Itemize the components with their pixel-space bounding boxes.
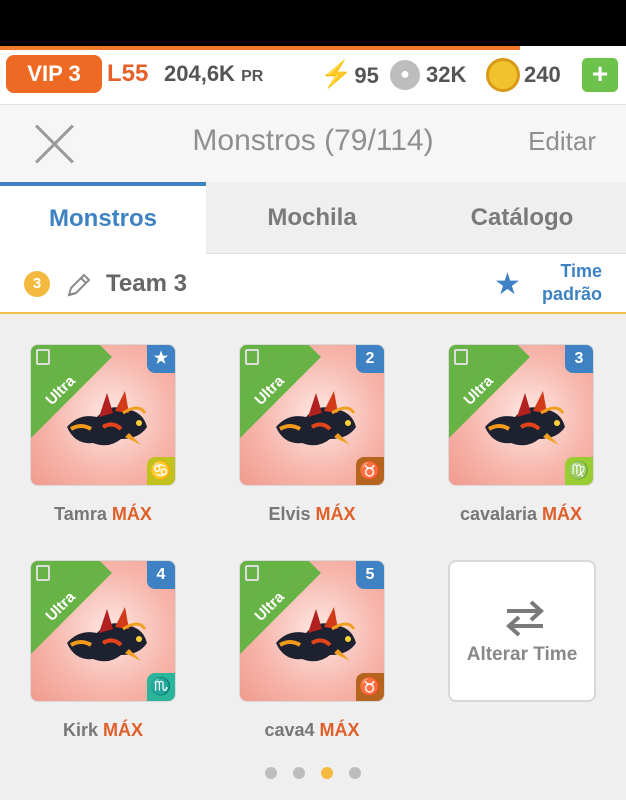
monster-card[interactable]: Ultra ★ ♋ bbox=[30, 344, 176, 486]
monster-name-text: Elvis bbox=[268, 504, 316, 524]
monster-name-text: Tamra bbox=[54, 504, 112, 524]
default-team-label-line1: Time bbox=[560, 261, 602, 281]
max-level-label: MÁX bbox=[315, 504, 356, 524]
close-icon[interactable] bbox=[32, 122, 76, 166]
clipboard-icon bbox=[245, 565, 259, 581]
monster-name-text: Kirk bbox=[62, 720, 104, 740]
page-dot[interactable] bbox=[265, 767, 277, 779]
slot-badge: 5 bbox=[356, 561, 384, 589]
tab-mochila[interactable]: Mochila bbox=[206, 182, 418, 254]
monster-card[interactable]: Ultra 5 ♉ bbox=[239, 560, 385, 702]
team-name[interactable]: Team 3 bbox=[106, 270, 187, 298]
power-unit: PR bbox=[241, 68, 264, 85]
zodiac-icon: ♉ bbox=[356, 457, 384, 485]
clipboard-icon bbox=[36, 565, 50, 581]
max-level-label: MÁX bbox=[542, 504, 583, 524]
zodiac-icon: ♏ bbox=[147, 673, 175, 701]
food-value: 32K bbox=[426, 62, 467, 87]
zodiac-icon: ♉ bbox=[356, 673, 384, 701]
slot-badge: 4 bbox=[147, 561, 175, 589]
slot-badge: ★ bbox=[147, 345, 175, 373]
monster-name: Elvis MÁX bbox=[224, 504, 400, 525]
energy-counter[interactable]: ⚡95 bbox=[320, 55, 379, 93]
zodiac-icon: ♍ bbox=[565, 457, 593, 485]
monster-image bbox=[59, 383, 151, 455]
monster-image bbox=[477, 383, 569, 455]
energy-value: 95 bbox=[354, 63, 379, 88]
pencil-icon[interactable] bbox=[64, 270, 94, 300]
monster-name-text: cava4 bbox=[264, 720, 320, 740]
monster-name: cava4 MÁX bbox=[224, 720, 400, 741]
zodiac-icon: ♋ bbox=[147, 457, 175, 485]
monster-image bbox=[268, 383, 360, 455]
page-dot[interactable] bbox=[321, 767, 333, 779]
power-rating: 204,6K PR bbox=[164, 55, 263, 93]
max-level-label: MÁX bbox=[111, 504, 152, 524]
team-bar: 3 Team 3 ★ Time padrão bbox=[0, 254, 626, 314]
default-team-label-line2: padrão bbox=[541, 284, 602, 304]
monster-name: cavalaria MÁX bbox=[433, 504, 609, 525]
clipboard-icon bbox=[36, 349, 50, 365]
slot-badge: 2 bbox=[356, 345, 384, 373]
slot-badge: 3 bbox=[565, 345, 593, 373]
monster-card[interactable]: Ultra 2 ♉ bbox=[239, 344, 385, 486]
monster-name-text: cavalaria bbox=[459, 504, 543, 524]
monster-card[interactable]: Ultra 4 ♏ bbox=[30, 560, 176, 702]
page-dot[interactable] bbox=[293, 767, 305, 779]
monster-name: Tamra MÁX bbox=[15, 504, 191, 525]
monster-card[interactable]: Ultra 3 ♍ bbox=[448, 344, 594, 486]
default-team-button[interactable]: Time padrão bbox=[542, 260, 602, 306]
paw-icon: ● bbox=[390, 60, 420, 90]
gold-coin-icon bbox=[486, 58, 520, 92]
status-bar bbox=[0, 0, 626, 46]
gold-value: 240 bbox=[524, 62, 561, 87]
power-value: 204,6K bbox=[164, 61, 235, 86]
pagination-dots bbox=[0, 766, 626, 782]
lightning-icon: ⚡ bbox=[320, 59, 353, 89]
page-header: Monstros (79/114) Editar bbox=[0, 104, 626, 182]
monster-image bbox=[59, 599, 151, 671]
page-title: Monstros (79/114) bbox=[192, 124, 434, 157]
swap-arrows-icon bbox=[506, 600, 544, 637]
change-team-label: Alterar Time bbox=[466, 644, 578, 665]
team-number-badge: 3 bbox=[24, 271, 50, 297]
page-dot[interactable] bbox=[349, 767, 361, 779]
resource-bar: VIP 3 L55 204,6K PR ⚡95 ● 32K 240 + bbox=[0, 46, 626, 104]
monster-image bbox=[268, 599, 360, 671]
gold-counter[interactable]: 240 bbox=[486, 56, 561, 94]
monster-name: Kirk MÁX bbox=[15, 720, 191, 741]
star-icon[interactable]: ★ bbox=[494, 267, 521, 302]
clipboard-icon bbox=[454, 349, 468, 365]
tab-catalogo[interactable]: Catálogo bbox=[418, 182, 626, 254]
buy-gold-button[interactable]: + bbox=[582, 58, 618, 92]
experience-progress bbox=[0, 46, 520, 50]
clipboard-icon bbox=[245, 349, 259, 365]
tab-bar: Monstros Mochila Catálogo bbox=[0, 182, 626, 254]
vip-badge[interactable]: VIP 3 bbox=[6, 55, 102, 93]
level-label: L55 bbox=[107, 60, 149, 87]
max-level-label: MÁX bbox=[103, 720, 144, 740]
food-counter[interactable]: ● 32K bbox=[390, 56, 466, 94]
edit-button[interactable]: Editar bbox=[528, 126, 596, 157]
max-level-label: MÁX bbox=[319, 720, 360, 740]
change-team-button[interactable]: Alterar Time bbox=[448, 560, 596, 702]
tab-monstros[interactable]: Monstros bbox=[0, 182, 206, 254]
